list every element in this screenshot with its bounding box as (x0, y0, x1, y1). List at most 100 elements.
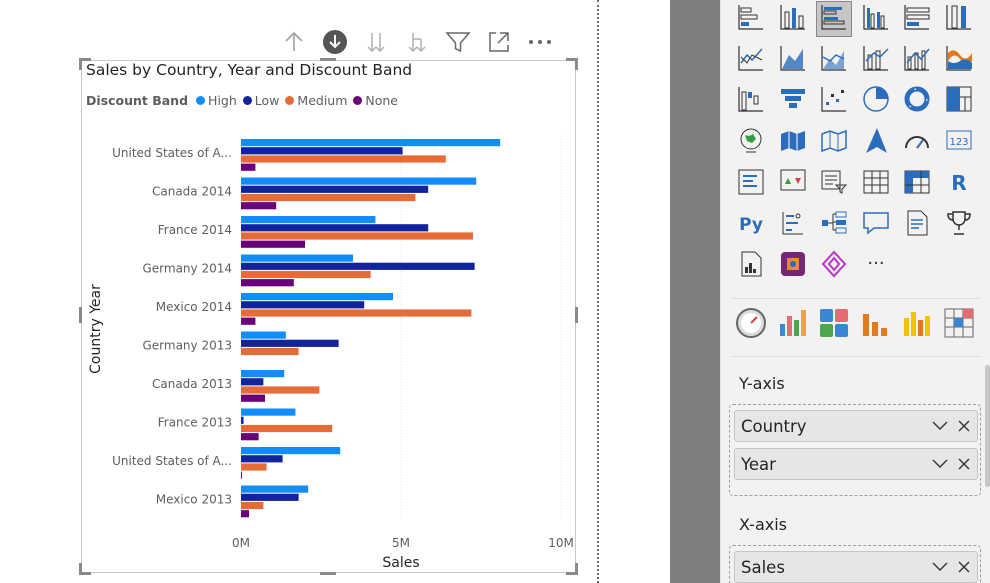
visual-type-button[interactable] (816, 248, 852, 284)
custom-visual-button[interactable] (733, 307, 769, 343)
visual-type-button[interactable] (775, 1, 811, 37)
visual-type-button[interactable] (775, 248, 811, 284)
bar-high[interactable] (241, 370, 285, 378)
y-axis-well[interactable]: Country Year (729, 404, 981, 496)
pane-scrollbar[interactable] (985, 365, 990, 487)
bar-none[interactable] (241, 433, 259, 441)
next-level-button[interactable] (362, 28, 390, 56)
bar-none[interactable] (241, 471, 242, 479)
visual-type-button[interactable] (816, 166, 852, 202)
bar-low[interactable] (241, 185, 429, 193)
custom-visual-button[interactable] (858, 307, 894, 343)
visual-type-button[interactable] (858, 125, 894, 161)
bar-high[interactable] (241, 331, 286, 339)
resize-handle-left[interactable] (79, 307, 82, 323)
bar-high[interactable] (241, 139, 501, 147)
visual-type-button[interactable] (733, 166, 769, 202)
bar-high[interactable] (241, 485, 309, 493)
bar-none[interactable] (241, 394, 265, 402)
visual-type-button[interactable] (899, 207, 935, 243)
resize-handle-right[interactable] (575, 307, 578, 323)
resize-corner-top-right[interactable] (566, 58, 578, 70)
field-year[interactable]: Year (734, 448, 978, 480)
visual-type-button[interactable] (941, 1, 977, 37)
visual-type-button[interactable] (858, 1, 894, 37)
visual-type-button[interactable] (858, 166, 894, 202)
resize-handle-top[interactable] (320, 58, 336, 61)
bar-medium[interactable] (241, 424, 333, 433)
visual-type-button[interactable] (858, 83, 894, 119)
resize-corner-top-left[interactable] (79, 58, 91, 70)
field-sales[interactable]: Sales (734, 551, 978, 583)
visual-type-button[interactable]: 123 (941, 125, 977, 161)
visual-type-button[interactable] (858, 207, 894, 243)
bar-medium[interactable] (241, 386, 320, 394)
bar-none[interactable] (241, 163, 256, 171)
visual-type-button[interactable] (899, 42, 935, 78)
bar-medium[interactable] (241, 501, 264, 510)
visual-type-button[interactable] (775, 166, 811, 202)
bar-none[interactable] (241, 510, 249, 518)
clustered-bar-visual[interactable]: Sales by Country, Year and Discount Band… (79, 58, 578, 575)
visual-type-button[interactable] (816, 1, 852, 37)
visual-type-button[interactable] (733, 42, 769, 78)
bar-low[interactable] (241, 147, 403, 155)
visual-type-button[interactable] (899, 166, 935, 202)
bar-high[interactable] (241, 447, 341, 455)
close-icon[interactable] (953, 556, 975, 578)
visual-type-button[interactable] (733, 125, 769, 161)
bar-low[interactable] (241, 416, 244, 424)
visual-type-button[interactable] (733, 1, 769, 37)
visual-type-button[interactable] (775, 207, 811, 243)
bar-medium[interactable] (241, 193, 416, 202)
bar-none[interactable] (241, 240, 305, 248)
custom-visual-button[interactable] (775, 307, 811, 343)
focus-mode-button[interactable] (485, 28, 513, 56)
custom-visual-button[interactable] (816, 307, 852, 343)
bar-none[interactable] (241, 279, 294, 287)
bar-low[interactable] (241, 339, 339, 347)
chevron-down-icon[interactable] (929, 556, 951, 578)
visual-type-button[interactable]: ··· (858, 248, 894, 284)
visual-type-button[interactable] (941, 207, 977, 243)
bar-high[interactable] (241, 293, 393, 301)
visual-type-button[interactable] (899, 125, 935, 161)
visual-type-button[interactable] (733, 83, 769, 119)
bar-high[interactable] (241, 254, 353, 262)
visual-type-button[interactable] (899, 1, 935, 37)
visual-type-button[interactable] (775, 42, 811, 78)
visual-type-button[interactable] (816, 125, 852, 161)
visual-type-button[interactable] (858, 42, 894, 78)
close-icon[interactable] (953, 415, 975, 437)
x-axis-well[interactable]: Sales (729, 545, 981, 583)
more-options-button[interactable] (526, 28, 554, 56)
bar-low[interactable] (241, 224, 429, 232)
bar-high[interactable] (241, 216, 376, 224)
report-canvas[interactable]: Sales by Country, Year and Discount Band… (0, 0, 599, 583)
chevron-down-icon[interactable] (929, 415, 951, 437)
bar-none[interactable] (241, 202, 277, 210)
close-icon[interactable] (953, 453, 975, 475)
bar-low[interactable] (241, 455, 283, 463)
field-country[interactable]: Country (734, 410, 978, 442)
bar-medium[interactable] (241, 232, 473, 240)
visual-type-button[interactable]: R (941, 166, 977, 202)
chevron-down-icon[interactable] (929, 453, 951, 475)
resize-handle-bottom[interactable] (320, 572, 336, 575)
visual-type-button[interactable] (816, 42, 852, 78)
visual-type-button[interactable] (941, 42, 977, 78)
visual-type-button[interactable] (816, 83, 852, 119)
bar-low[interactable] (241, 378, 264, 386)
filter-button[interactable] (444, 28, 472, 56)
bar-medium[interactable] (241, 309, 472, 317)
bar-low[interactable] (241, 262, 475, 270)
bar-medium[interactable] (241, 270, 371, 279)
bar-high[interactable] (241, 177, 477, 185)
visual-type-button[interactable] (733, 248, 769, 284)
bar-medium[interactable] (241, 463, 267, 471)
drill-up-button[interactable] (280, 28, 308, 56)
bar-chart-plot[interactable]: 0M 5M 10M United States of A... Canada 2014 F… (82, 61, 577, 574)
bar-high[interactable] (241, 408, 296, 416)
custom-visual-button[interactable] (899, 307, 935, 343)
bar-none[interactable] (241, 317, 256, 325)
